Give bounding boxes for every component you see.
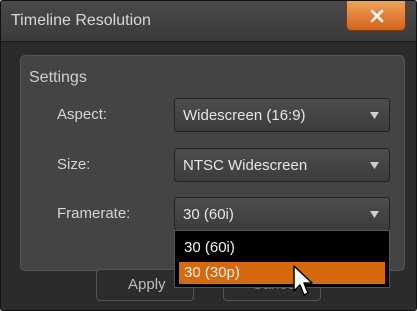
- size-select[interactable]: NTSC Widescreen: [174, 148, 390, 182]
- timeline-resolution-dialog: Timeline Resolution Settings Aspect: Wid…: [0, 0, 417, 311]
- chevron-down-icon: [370, 112, 379, 119]
- size-label: Size:: [57, 156, 91, 173]
- aspect-label: Aspect:: [57, 106, 108, 123]
- title-bar[interactable]: Timeline Resolution: [1, 1, 416, 42]
- apply-label: Apply: [128, 276, 166, 293]
- dropdown-option-highlighted[interactable]: 30 (30p): [179, 262, 385, 284]
- settings-title: Settings: [29, 69, 87, 86]
- framerate-label: Framerate:: [57, 205, 131, 222]
- aspect-select[interactable]: Widescreen (16:9): [174, 98, 390, 132]
- size-value: NTSC Widescreen: [183, 157, 308, 174]
- dropdown-option[interactable]: 30 (60i): [179, 237, 385, 259]
- mouse-pointer-icon: [293, 265, 313, 296]
- close-button[interactable]: [346, 1, 406, 31]
- aspect-value: Widescreen (16:9): [183, 107, 306, 124]
- chevron-down-icon: [370, 162, 379, 169]
- window-title: Timeline Resolution: [11, 12, 151, 29]
- close-icon: [370, 9, 384, 23]
- framerate-select[interactable]: 30 (60i): [174, 197, 390, 231]
- chevron-down-icon: [370, 211, 379, 218]
- framerate-value: 30 (60i): [183, 206, 234, 223]
- framerate-dropdown-list: 30 (60i) 30 (30p): [174, 230, 390, 288]
